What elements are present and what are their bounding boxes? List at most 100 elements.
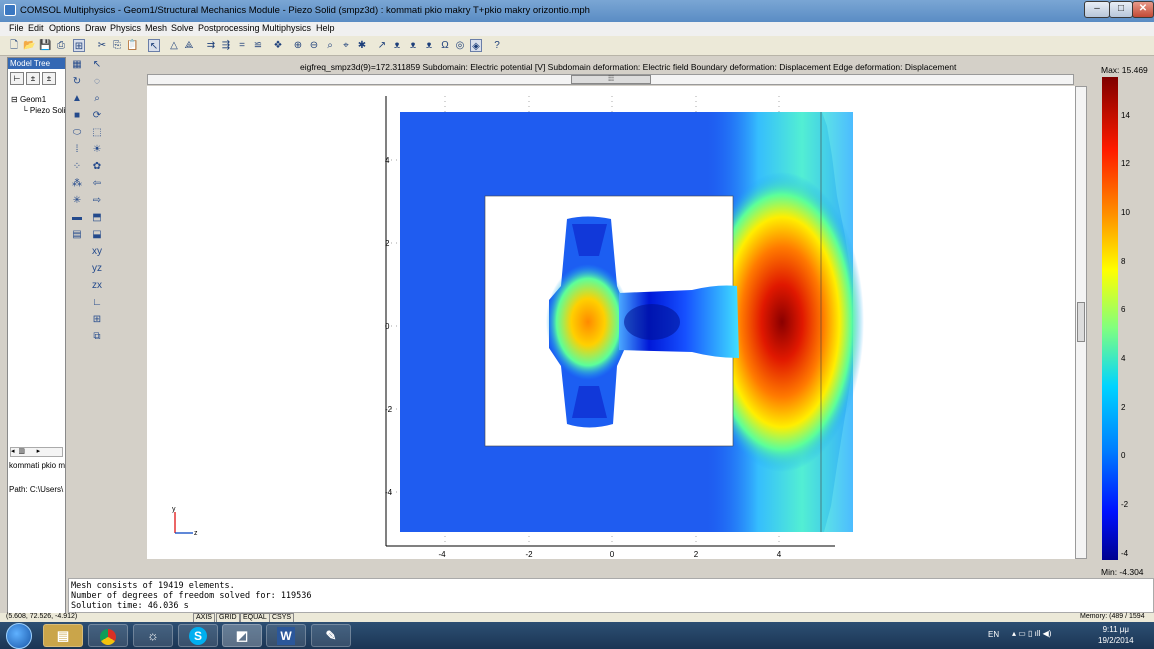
close-button[interactable]: ✕: [1132, 1, 1154, 18]
particles-icon[interactable]: ⁂: [70, 177, 84, 190]
comsol-app-icon[interactable]: [4, 4, 16, 16]
boundary-icon[interactable]: ⇉: [205, 39, 217, 52]
minimize-button[interactable]: –: [1084, 1, 1110, 18]
palette-icon[interactable]: ✿: [90, 160, 104, 173]
app-taskbar-icon[interactable]: ☼: [133, 624, 173, 647]
dotted-grid-icon[interactable]: ⁞: [70, 143, 84, 156]
block-icon[interactable]: ■: [70, 109, 84, 122]
skype-taskbar-icon[interactable]: S: [178, 624, 218, 647]
cone-icon[interactable]: ▲: [70, 92, 84, 105]
copy-icon[interactable]: ⎘: [111, 39, 123, 52]
omega-icon[interactable]: Ω: [439, 39, 451, 52]
target-icon[interactable]: ◎: [454, 39, 466, 52]
mesh-icon[interactable]: ❖: [272, 39, 284, 52]
tree-collapse-icon[interactable]: ±: [42, 72, 56, 85]
menu-mesh[interactable]: Mesh: [145, 23, 167, 33]
y-tick-label: -2: [385, 405, 393, 414]
word-taskbar-icon[interactable]: W: [266, 624, 306, 647]
menu-help[interactable]: Help: [316, 23, 335, 33]
lasso-icon[interactable]: ◌: [90, 75, 104, 88]
animate-icon[interactable]: ᴥ: [423, 39, 435, 52]
menu-postprocessing[interactable]: Postprocessing: [198, 23, 260, 33]
model-tree-icon[interactable]: ⊞: [73, 39, 85, 52]
copy-view-icon[interactable]: ⧉: [90, 330, 104, 343]
menu-physics[interactable]: Physics: [110, 23, 141, 33]
parameters-icon[interactable]: ᴥ: [391, 39, 403, 52]
xy-view-icon[interactable]: xy: [90, 245, 104, 258]
triad-y-label: y: [172, 506, 176, 513]
graphics-horizontal-scrollbar[interactable]: ⁞⁞⁞: [147, 74, 1074, 85]
arrow-back-icon[interactable]: ⇦: [90, 177, 104, 190]
selection-box-icon[interactable]: ⬚: [90, 126, 104, 139]
triad-z-label: z: [194, 530, 198, 537]
open-folder-icon[interactable]: 📂: [23, 39, 35, 52]
box-icon[interactable]: ⬓: [90, 228, 104, 241]
maximize-button[interactable]: □: [1109, 1, 1133, 18]
mesh-points-icon[interactable]: ⁘: [70, 160, 84, 173]
horizontal-scroll-thumb[interactable]: ⁞⁞⁞: [571, 75, 651, 84]
menu-file[interactable]: File: [9, 23, 24, 33]
tree-node-piezo-solid[interactable]: └ Piezo Soli: [22, 106, 65, 115]
view-toolbar: ↖ ◌ ⌕ ⟳ ⬚ ☀ ✿ ⇦ ⇨ ⬒ ⬓ xy yz zx ∟ ⊞ ⧉: [88, 57, 106, 377]
save-icon[interactable]: 💾: [39, 39, 51, 52]
arrow-forward-icon[interactable]: ⇨: [90, 194, 104, 207]
light-icon[interactable]: ☀: [90, 143, 104, 156]
pointer-icon[interactable]: ↖: [90, 58, 104, 71]
star-icon[interactable]: ✳: [70, 194, 84, 207]
menu-bar: File Edit Options Draw Physics Mesh Solv…: [0, 22, 1154, 36]
magnifier-icon[interactable]: ⌕: [90, 92, 104, 105]
menu-draw[interactable]: Draw: [85, 23, 106, 33]
system-clock[interactable]: 9:11 μμ 19/2/2014: [1098, 624, 1134, 646]
rotate-icon[interactable]: ↻: [70, 75, 84, 88]
tree-view-icon[interactable]: ⊢: [10, 72, 24, 85]
comsol-taskbar-icon[interactable]: ◩: [222, 624, 262, 647]
explorer-taskbar-icon[interactable]: ▤: [43, 624, 83, 647]
help-icon[interactable]: ?: [491, 39, 503, 52]
menu-multiphysics[interactable]: Multiphysics: [262, 23, 311, 33]
triangle-icon[interactable]: △: [168, 39, 180, 52]
paint-taskbar-icon[interactable]: ✎: [311, 624, 351, 647]
slate-icon[interactable]: ▬: [70, 211, 84, 224]
menu-edit[interactable]: Edit: [28, 23, 44, 33]
layers-icon[interactable]: ▤: [70, 228, 84, 241]
tree-horizontal-scrollbar[interactable]: ◂ ▥ ▸: [10, 447, 63, 457]
tree-expand-icon[interactable]: ±: [26, 72, 40, 85]
menu-solve[interactable]: Solve: [171, 23, 194, 33]
edge-icon[interactable]: ⇶: [220, 39, 232, 52]
equal-icon[interactable]: =: [236, 39, 248, 52]
vertical-scroll-thumb[interactable]: [1077, 302, 1085, 342]
triangles-icon[interactable]: ⟁: [183, 39, 195, 52]
restart-icon[interactable]: ᴥ: [407, 39, 419, 52]
tray-icons[interactable]: ▴ ▭ ▯ ıll ◀): [1012, 629, 1051, 638]
cylinder-icon[interactable]: ⬭: [70, 126, 84, 139]
zoom-out-icon[interactable]: ⊖: [308, 39, 320, 52]
zoom-window-icon[interactable]: ⌕: [324, 39, 336, 52]
language-indicator[interactable]: EN: [988, 630, 999, 639]
zoom-extents-icon[interactable]: ⌖: [340, 39, 352, 52]
yz-view-icon[interactable]: yz: [90, 262, 104, 275]
move-icon[interactable]: ⊞: [90, 313, 104, 326]
select-pointer-icon[interactable]: ↖: [148, 39, 160, 52]
zx-view-icon[interactable]: zx: [90, 279, 104, 292]
cut-icon[interactable]: ✂: [96, 39, 108, 52]
axes-icon[interactable]: ∟: [90, 296, 104, 309]
tree-node-geom1[interactable]: ⊟ Geom1: [11, 95, 46, 104]
menu-options[interactable]: Options: [49, 23, 80, 33]
chrome-taskbar-icon[interactable]: [88, 624, 128, 647]
log-line: Number of degrees of freedom solved for:…: [71, 591, 312, 601]
x-tick-label: 2: [694, 550, 699, 559]
box-view-icon[interactable]: ⬒: [90, 211, 104, 224]
solve-icon[interactable]: ✱: [356, 39, 368, 52]
graphics-vertical-scrollbar[interactable]: [1075, 86, 1087, 559]
new-file-icon[interactable]: 🗋: [8, 39, 20, 52]
start-button[interactable]: [6, 623, 32, 649]
print-icon[interactable]: ⎙: [55, 39, 67, 52]
grid-icon[interactable]: ▦: [70, 58, 84, 71]
paste-icon[interactable]: 📋: [126, 39, 138, 52]
zoom-in-icon[interactable]: ⊕: [292, 39, 304, 52]
settings-icon[interactable]: ≌: [252, 39, 264, 52]
plot-icon[interactable]: ↗: [376, 39, 388, 52]
postprocessing-icon[interactable]: ◈: [470, 39, 482, 52]
orbit-icon[interactable]: ⟳: [90, 109, 104, 122]
graphics-window[interactable]: -4 -2 0 2 4 4 2 0 -2 -4 y z: [147, 86, 1075, 559]
